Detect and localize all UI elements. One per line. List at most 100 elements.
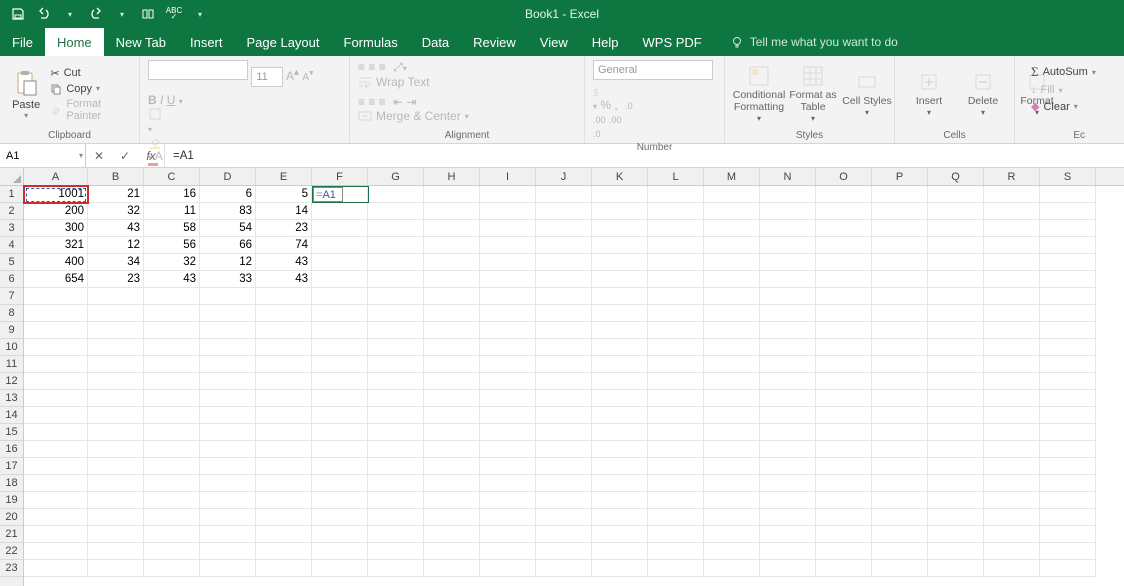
cell[interactable]	[424, 305, 480, 322]
tab-help[interactable]: Help	[580, 28, 631, 56]
cell[interactable]	[760, 373, 816, 390]
cell[interactable]	[200, 543, 256, 560]
cell[interactable]	[928, 254, 984, 271]
cell[interactable]	[928, 237, 984, 254]
cell[interactable]	[816, 203, 872, 220]
cell[interactable]	[312, 509, 368, 526]
cell[interactable]	[816, 543, 872, 560]
cell[interactable]	[704, 237, 760, 254]
tab-review[interactable]: Review	[461, 28, 528, 56]
cell[interactable]	[24, 475, 88, 492]
cell[interactable]: 32	[144, 254, 200, 271]
cell[interactable]	[704, 475, 760, 492]
cell[interactable]	[480, 526, 536, 543]
cell[interactable]	[1040, 288, 1096, 305]
cell[interactable]	[1040, 560, 1096, 577]
cell[interactable]	[704, 203, 760, 220]
cell[interactable]	[368, 492, 424, 509]
cell[interactable]	[536, 203, 592, 220]
cell[interactable]	[368, 526, 424, 543]
cell[interactable]	[88, 492, 144, 509]
cell[interactable]	[872, 509, 928, 526]
cell[interactable]	[368, 254, 424, 271]
cell[interactable]	[536, 492, 592, 509]
cell[interactable]	[256, 390, 312, 407]
cell[interactable]	[592, 203, 648, 220]
cell[interactable]	[928, 288, 984, 305]
column-header[interactable]: A	[24, 168, 88, 185]
cell[interactable]	[760, 441, 816, 458]
qat-customize-icon[interactable]: ▾	[192, 6, 208, 22]
cell[interactable]	[760, 356, 816, 373]
cell[interactable]	[592, 441, 648, 458]
cell[interactable]	[424, 390, 480, 407]
tab-data[interactable]: Data	[410, 28, 461, 56]
cell[interactable]	[1040, 407, 1096, 424]
cell[interactable]	[144, 492, 200, 509]
cell[interactable]	[592, 560, 648, 577]
column-header[interactable]: R	[984, 168, 1040, 185]
cell[interactable]	[368, 560, 424, 577]
cell[interactable]	[760, 186, 816, 203]
cell[interactable]: 83	[200, 203, 256, 220]
cell[interactable]	[1040, 424, 1096, 441]
cell[interactable]	[424, 492, 480, 509]
column-header[interactable]: J	[536, 168, 592, 185]
cell[interactable]	[872, 220, 928, 237]
cell[interactable]	[984, 475, 1040, 492]
cell[interactable]	[536, 373, 592, 390]
cell[interactable]	[592, 356, 648, 373]
cell[interactable]	[592, 475, 648, 492]
cell[interactable]	[872, 288, 928, 305]
cell[interactable]	[144, 475, 200, 492]
cell[interactable]	[816, 356, 872, 373]
cell[interactable]	[256, 373, 312, 390]
cell[interactable]	[984, 390, 1040, 407]
cell[interactable]	[200, 390, 256, 407]
cell[interactable]	[648, 305, 704, 322]
cell[interactable]	[200, 458, 256, 475]
cell[interactable]	[1040, 322, 1096, 339]
tab-newtab[interactable]: New Tab	[104, 28, 178, 56]
cell[interactable]	[928, 458, 984, 475]
cell[interactable]	[256, 407, 312, 424]
cell[interactable]	[592, 424, 648, 441]
cell-area[interactable]: 1001211665200321183143004358542332112566…	[24, 186, 1124, 586]
cell[interactable]	[368, 271, 424, 288]
cell[interactable]	[368, 390, 424, 407]
number-format-combo[interactable]: General	[593, 60, 713, 80]
cell[interactable]	[872, 390, 928, 407]
row-header[interactable]: 2	[0, 203, 23, 220]
cell[interactable]	[368, 203, 424, 220]
column-header[interactable]: I	[480, 168, 536, 185]
cell[interactable]	[200, 526, 256, 543]
cell[interactable]	[928, 492, 984, 509]
cell[interactable]	[648, 237, 704, 254]
cell[interactable]	[760, 543, 816, 560]
cell[interactable]	[872, 237, 928, 254]
cell[interactable]	[928, 339, 984, 356]
save-icon[interactable]	[10, 6, 26, 22]
cell[interactable]	[24, 339, 88, 356]
bold-button[interactable]: B	[148, 93, 157, 107]
cell[interactable]	[1040, 339, 1096, 356]
cell[interactable]	[200, 560, 256, 577]
cell[interactable]	[256, 288, 312, 305]
row-header[interactable]: 16	[0, 441, 23, 458]
cell[interactable]	[816, 322, 872, 339]
cell[interactable]	[816, 305, 872, 322]
copy-button[interactable]: Copy▾	[50, 83, 131, 95]
italic-button[interactable]: I	[160, 93, 163, 107]
redo-dropdown-icon[interactable]: ▾	[114, 6, 130, 22]
cell[interactable]	[24, 288, 88, 305]
cell[interactable]	[88, 526, 144, 543]
cell[interactable]	[480, 254, 536, 271]
cell[interactable]	[312, 543, 368, 560]
align-center-icon[interactable]: ≡	[368, 95, 375, 109]
cell[interactable]	[200, 356, 256, 373]
cell[interactable]	[816, 390, 872, 407]
cell[interactable]	[144, 322, 200, 339]
cell[interactable]	[648, 407, 704, 424]
cell[interactable]	[256, 543, 312, 560]
row-header[interactable]: 3	[0, 220, 23, 237]
